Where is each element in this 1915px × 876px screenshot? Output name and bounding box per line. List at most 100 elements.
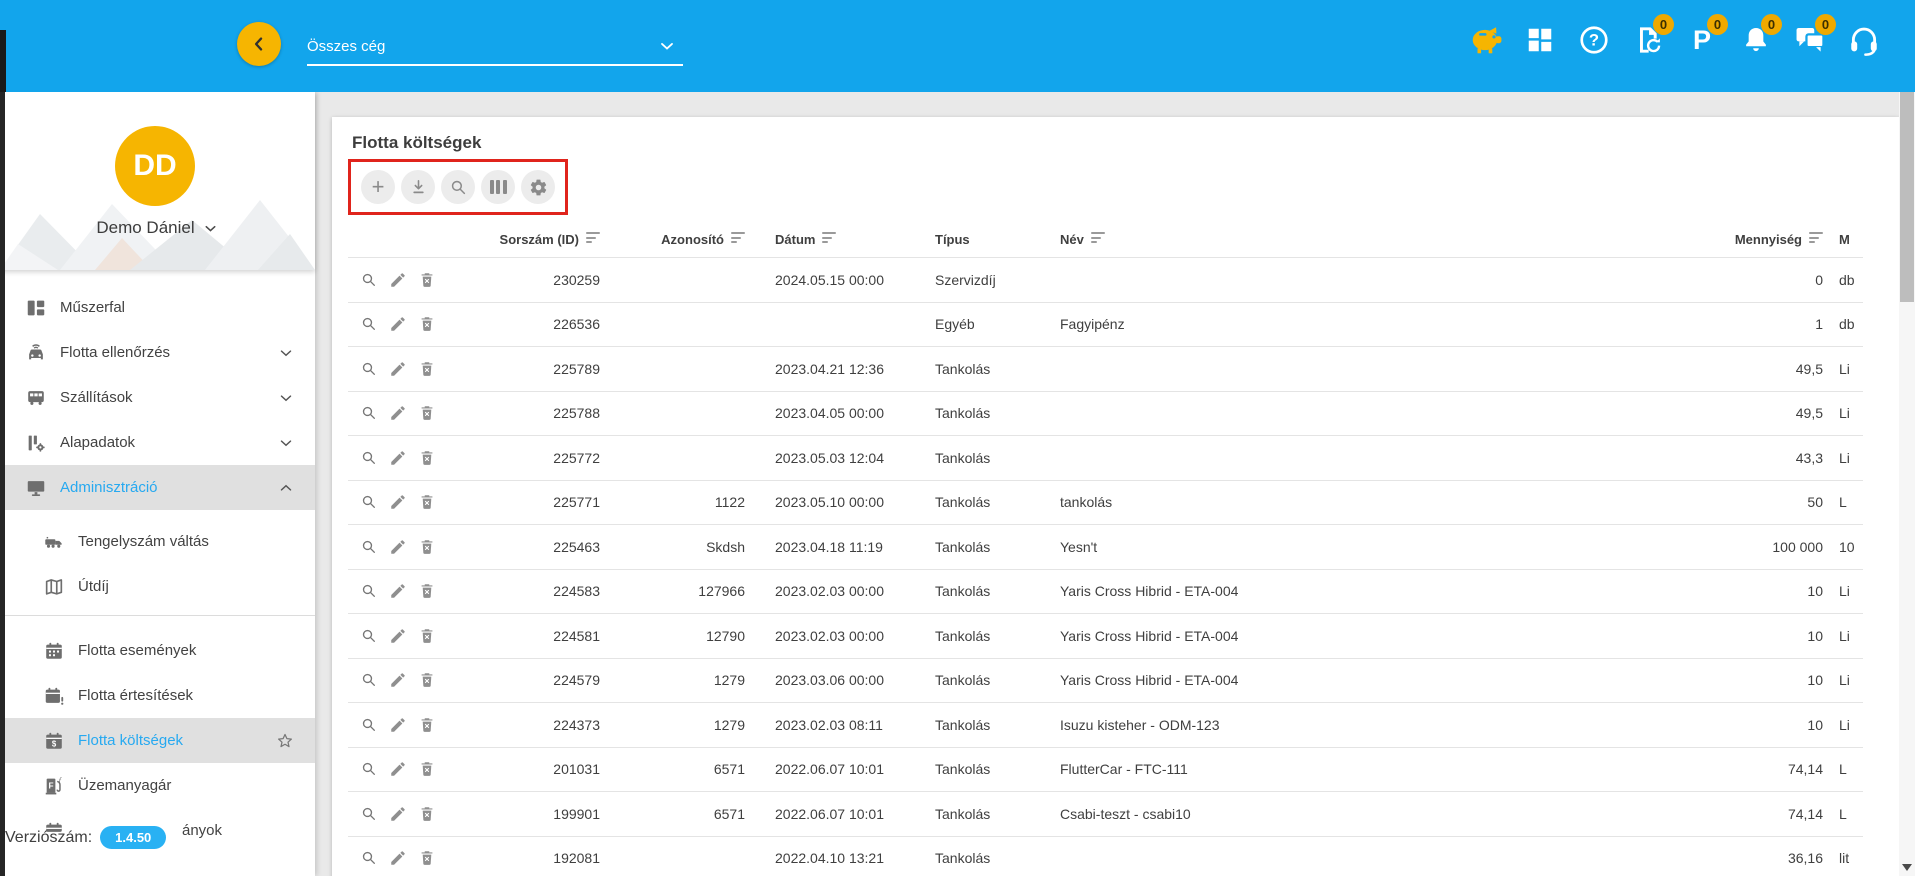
- table-row[interactable]: 224581 12790 2023.02.03 00:00 Tankolás Y…: [348, 613, 1863, 658]
- edit-row-button[interactable]: [389, 404, 407, 422]
- view-row-button[interactable]: [360, 582, 378, 600]
- table-row[interactable]: 224583 127966 2023.02.03 00:00 Tankolás …: [348, 569, 1863, 614]
- sidebar-item-tengelyszam-valtas[interactable]: Tengelyszám váltás: [0, 519, 315, 564]
- view-row-button[interactable]: [360, 315, 378, 333]
- edit-row-button[interactable]: [389, 538, 407, 556]
- favorite-star-icon[interactable]: [275, 731, 295, 751]
- edit-row-button[interactable]: [389, 271, 407, 289]
- edit-row-button[interactable]: [389, 849, 407, 867]
- notifications-icon[interactable]: 0: [1739, 20, 1773, 60]
- view-row-button[interactable]: [360, 849, 378, 867]
- sidebar-item-adminisztracio[interactable]: Adminisztráció: [0, 465, 315, 510]
- table-row[interactable]: 225788 2023.04.05 00:00 Tankolás 49,5 Li: [348, 391, 1863, 436]
- delete-row-button[interactable]: [418, 849, 436, 867]
- view-row-button[interactable]: [360, 449, 378, 467]
- header-egyseg[interactable]: M: [1823, 232, 1863, 247]
- edit-row-button[interactable]: [389, 716, 407, 734]
- edit-row-button[interactable]: [389, 360, 407, 378]
- messages-icon[interactable]: 0: [1793, 20, 1827, 60]
- header-nev[interactable]: Név: [1060, 232, 1700, 247]
- columns-button[interactable]: [481, 170, 515, 204]
- delete-row-button[interactable]: [418, 404, 436, 422]
- search-button[interactable]: [441, 170, 475, 204]
- sidebar-menu: Műszerfal Flotta ellenőrzés Szállítások …: [0, 270, 315, 876]
- view-row-button[interactable]: [360, 716, 378, 734]
- piggy-bank-icon[interactable]: [1469, 20, 1503, 60]
- edit-row-button[interactable]: [389, 671, 407, 689]
- delete-row-button[interactable]: [418, 582, 436, 600]
- edit-row-button[interactable]: [389, 449, 407, 467]
- add-button[interactable]: +: [361, 170, 395, 204]
- header-azonosito[interactable]: Azonosító: [600, 232, 745, 247]
- cell-tipus: Tankolás: [935, 717, 1060, 733]
- delete-row-button[interactable]: [418, 271, 436, 289]
- sidebar-item-flotta-koltsegek[interactable]: $ Flotta költségek: [0, 718, 315, 763]
- support-headset-icon[interactable]: [1847, 20, 1881, 60]
- document-sync-icon[interactable]: 0: [1631, 20, 1665, 60]
- parking-icon[interactable]: P 0: [1685, 20, 1719, 60]
- notifications-badge: 0: [1761, 14, 1782, 35]
- view-row-button[interactable]: [360, 671, 378, 689]
- table-row[interactable]: 201031 6571 2022.06.07 10:01 Tankolás Fl…: [348, 747, 1863, 792]
- header-datum[interactable]: Dátum: [745, 232, 935, 247]
- view-row-button[interactable]: [360, 360, 378, 378]
- view-row-button[interactable]: [360, 805, 378, 823]
- view-row-button[interactable]: [360, 404, 378, 422]
- sidebar-item-muszerfal[interactable]: Műszerfal: [0, 285, 315, 330]
- edit-row-button[interactable]: [389, 760, 407, 778]
- sidebar-item-uzemanyagar[interactable]: Ff Üzemanyagár: [0, 763, 315, 808]
- edit-row-button[interactable]: [389, 805, 407, 823]
- view-row-button[interactable]: [360, 627, 378, 645]
- sidebar-item-flotta-ellenorzes[interactable]: Flotta ellenőrzés: [0, 330, 315, 375]
- view-row-button[interactable]: [360, 760, 378, 778]
- edit-row-button[interactable]: [389, 315, 407, 333]
- delete-row-button[interactable]: [418, 716, 436, 734]
- vertical-scrollbar[interactable]: [1899, 92, 1915, 876]
- delete-row-button[interactable]: [418, 493, 436, 511]
- table-row[interactable]: 225789 2023.04.21 12:36 Tankolás 49,5 Li: [348, 346, 1863, 391]
- download-button[interactable]: [401, 170, 435, 204]
- back-button[interactable]: [237, 22, 281, 66]
- help-icon[interactable]: ?: [1577, 20, 1611, 60]
- delete-row-button[interactable]: [418, 805, 436, 823]
- header-tipus[interactable]: Típus: [935, 232, 1060, 247]
- view-row-button[interactable]: [360, 271, 378, 289]
- table-row[interactable]: 226536 Egyéb Fagyipénz 1 db: [348, 302, 1863, 347]
- scrollbar-thumb[interactable]: [1900, 92, 1914, 302]
- delete-row-button[interactable]: [418, 315, 436, 333]
- edit-row-button[interactable]: [389, 582, 407, 600]
- header-mennyiseg[interactable]: Mennyiség: [1700, 232, 1823, 247]
- edit-row-button[interactable]: [389, 493, 407, 511]
- delete-row-button[interactable]: [418, 627, 436, 645]
- sidebar-item-flotta-esemenyek[interactable]: Flotta események: [0, 628, 315, 673]
- table-row[interactable]: 199901 6571 2022.06.07 10:01 Tankolás Cs…: [348, 791, 1863, 836]
- table-row[interactable]: 224373 1279 2023.02.03 08:11 Tankolás Is…: [348, 702, 1863, 747]
- company-select[interactable]: Összes cég: [307, 28, 683, 66]
- cell-sorszam: 225772: [450, 450, 600, 466]
- table-row[interactable]: 230259 2024.05.15 00:00 Szervizdíj 0 db: [348, 257, 1863, 302]
- header-sorszam[interactable]: Sorszám (ID): [450, 232, 600, 247]
- delete-row-button[interactable]: [418, 671, 436, 689]
- view-row-button[interactable]: [360, 493, 378, 511]
- sidebar-item-utdij[interactable]: Útdíj: [0, 564, 315, 609]
- settings-button[interactable]: [521, 170, 555, 204]
- delete-row-button[interactable]: [418, 360, 436, 378]
- scrollbar-down-arrow-icon[interactable]: [1902, 864, 1912, 871]
- fleet-costs-table: Sorszám (ID) Azonosító Dátum Típus Név M…: [348, 221, 1863, 876]
- sidebar-item-szallitasok[interactable]: Szállítások: [0, 375, 315, 420]
- sort-icon: [1809, 232, 1823, 243]
- delete-row-button[interactable]: [418, 538, 436, 556]
- table-row[interactable]: 192081 2022.04.10 13:21 Tankolás 36,16 l…: [348, 836, 1863, 876]
- table-row[interactable]: 225463 Skdsh 2023.04.18 11:19 Tankolás Y…: [348, 524, 1863, 569]
- table-row[interactable]: 225772 2023.05.03 12:04 Tankolás 43,3 Li: [348, 435, 1863, 480]
- sidebar-item-flotta-ertesitesek[interactable]: Flotta értesítések: [0, 673, 315, 718]
- sidebar-item-alapadatok[interactable]: Alapadatok: [0, 420, 315, 465]
- view-row-button[interactable]: [360, 538, 378, 556]
- delete-row-button[interactable]: [418, 760, 436, 778]
- apps-grid-icon[interactable]: [1523, 20, 1557, 60]
- user-menu[interactable]: Demo Dániel: [0, 218, 315, 238]
- table-row[interactable]: 225771 1122 2023.05.10 00:00 Tankolás ta…: [348, 480, 1863, 525]
- delete-row-button[interactable]: [418, 449, 436, 467]
- edit-row-button[interactable]: [389, 627, 407, 645]
- table-row[interactable]: 224579 1279 2023.03.06 00:00 Tankolás Ya…: [348, 658, 1863, 703]
